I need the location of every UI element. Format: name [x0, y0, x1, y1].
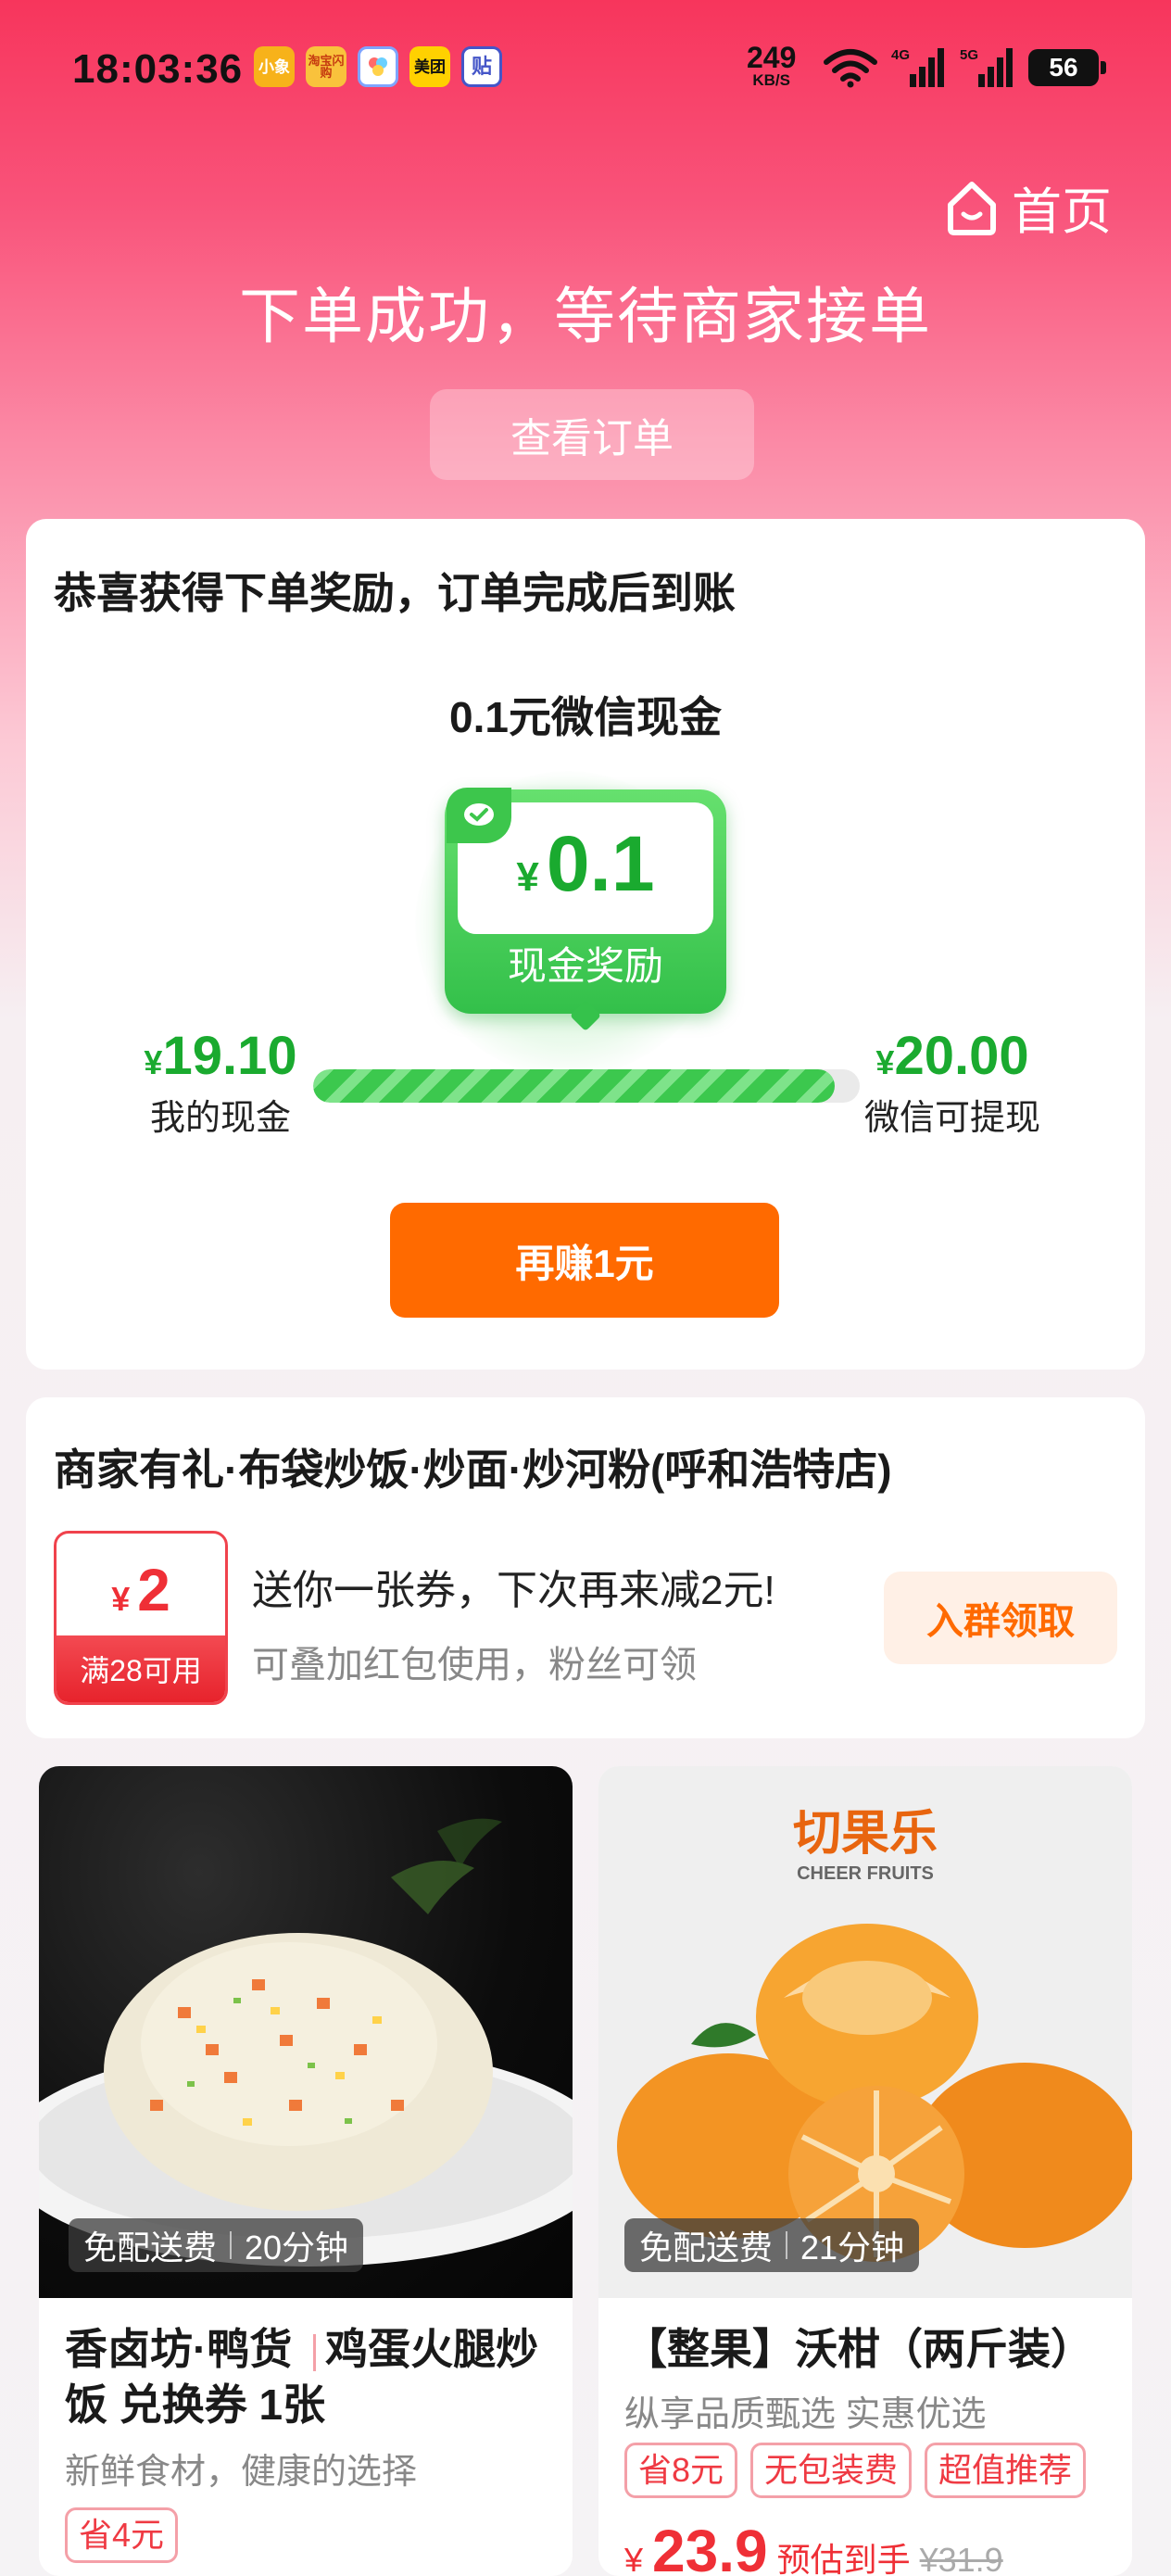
home-label: 首页 [1012, 184, 1112, 240]
free-delivery-label: 免配送费 [639, 2229, 774, 2267]
tag-divider [786, 2231, 788, 2259]
ticket-amount: 2 [137, 1557, 170, 1623]
progress-bar [313, 1069, 860, 1103]
delivery-tag: 免配送费 20分钟 [69, 2218, 364, 2272]
coupon-ticket: ¥ 2 满28可用 [54, 1531, 228, 1705]
price-value: 23.9 [652, 2518, 768, 2576]
fried-rice-image: 免配送费 20分钟 [39, 1766, 573, 2298]
my-cash-currency: ¥ [144, 1043, 163, 1081]
tag-divider [230, 2231, 233, 2259]
earn-more-button[interactable]: 再赚1元 [390, 1203, 779, 1318]
orange-image: 切果乐 CHEER FRUITS 免配送费 21分钟 [598, 1766, 1132, 2298]
brand-logo-en: CHEER FRUITS [797, 1863, 934, 1884]
original-price: ¥31.9 [919, 2541, 1003, 2576]
my-cash: ¥19.10 我的现金 [128, 1025, 313, 1140]
brand-logo: 切果乐 [793, 1807, 938, 1861]
notification-icons: 小象 淘宝闪购 美团 贴 [254, 46, 502, 87]
reward-heading: 恭喜获得下单奖励，订单完成后到账 [54, 569, 736, 617]
ticket-value: ¥ 2 [57, 1534, 225, 1641]
badge-currency: ¥ [516, 854, 539, 900]
my-cash-amount: 19.10 [162, 1026, 297, 1086]
delivery-time: 21分钟 [800, 2229, 905, 2267]
price-note: 预估到手 [776, 2541, 911, 2576]
coupon-sub-text: 可叠加红包使用，粉丝可领 [252, 1645, 697, 1686]
product-tags: 省4元 [65, 2507, 191, 2563]
recommended-tag: 超值推荐 [925, 2443, 1087, 2498]
ticket-condition: 满28可用 [57, 1635, 225, 1702]
progress-fill [313, 1069, 836, 1103]
network-speed-value: 249 [747, 41, 797, 74]
meituan-app-icon: 美团 [409, 46, 450, 87]
join-group-button[interactable]: 入群领取 [884, 1572, 1117, 1664]
product-desc: 纵享品质甄选 实惠优选 [624, 2395, 987, 2434]
withdraw-label: 微信可提现 [863, 1099, 1040, 1138]
coupon-main-text: 送你一张券，下次再来减2元! [252, 1568, 775, 1613]
home-link[interactable]: 首页 [941, 170, 1112, 244]
cash-progress: ¥19.10 我的现金 ¥20.00 微信可提现 [26, 1025, 1145, 1155]
tie-app-icon: 贴 [461, 46, 502, 87]
no-packaging-fee-tag: 无包装费 [750, 2443, 913, 2498]
photo-app-icon [358, 46, 398, 87]
badge-label: 现金奖励 [507, 944, 663, 988]
badge-amount: 0.1 [546, 820, 655, 907]
free-delivery-label: 免配送费 [83, 2229, 218, 2267]
withdraw-amount: 20.00 [894, 1026, 1029, 1086]
page-title: 下单成功，等待商家接单 [239, 282, 932, 350]
coupon-card: 商家有礼·布袋炒饭·炒面·炒河粉(呼和浩特店) ¥ 2 满28可用 送你一张券，… [26, 1397, 1145, 1738]
product-card[interactable]: 切果乐 CHEER FRUITS 免配送费 21分钟 【整果】沃柑（两斤装） 纵… [598, 1766, 1132, 2576]
reward-card: 恭喜获得下单奖励，订单完成后到账 0.1元微信现金 ¥ 0.1 现金奖励 ¥19… [26, 519, 1145, 1370]
withdraw-threshold: ¥20.00 微信可提现 [850, 1025, 1054, 1140]
wifi-icon [824, 49, 877, 88]
title-divider [313, 2333, 317, 2371]
taobao-app-icon: 淘宝闪购 [306, 46, 346, 87]
product-shop-name: 香卤坊·鸭货 [65, 2325, 293, 2373]
withdraw-value: ¥20.00 [850, 1025, 1054, 1087]
signal-5g-icon: 5G [960, 47, 1013, 87]
withdraw-currency: ¥ [875, 1043, 895, 1081]
status-time: 18:03:36 [72, 46, 244, 92]
delivery-time: 20分钟 [245, 2229, 349, 2267]
savings-tag: 省4元 [65, 2507, 179, 2563]
product-tags: 省8元 无包装费 超值推荐 [624, 2443, 1099, 2498]
delivery-tag: 免配送费 21分钟 [624, 2218, 920, 2272]
network-speed: 249 KB/S [747, 43, 796, 88]
price-row: ¥ 23.9 预估到手 ¥31.9 [624, 2517, 1003, 2576]
wechat-icon [447, 788, 511, 843]
view-order-button[interactable]: 查看订单 [430, 389, 754, 480]
product-card[interactable]: 免配送费 20分钟 香卤坊·鸭货 鸡蛋火腿炒饭 兑换券 1张 新鲜食材，健康的选… [39, 1766, 573, 2576]
signal-4g-icon: 4G [891, 47, 944, 87]
my-cash-label: 我的现金 [149, 1099, 291, 1138]
coupon-heading: 商家有礼·布袋炒饭·炒面·炒河粉(呼和浩特店) [54, 1446, 892, 1494]
status-bar: 18:03:36 小象 淘宝闪购 美团 贴 249 KB/S 4G 5G 56 [0, 0, 1171, 139]
signal-5g-label: 5G [960, 47, 978, 63]
reward-subtitle: 0.1元微信现金 [449, 693, 722, 741]
product-title: 香卤坊·鸭货 鸡蛋火腿炒饭 兑换券 1张 [65, 2322, 556, 2433]
product-desc: 新鲜食材，健康的选择 [65, 2453, 418, 2492]
product-title: 【整果】沃柑（两斤装） [624, 2325, 1093, 2373]
my-cash-value: ¥19.10 [128, 1025, 313, 1087]
signal-4g-label: 4G [891, 47, 910, 63]
ticket-currency: ¥ [111, 1580, 131, 1618]
home-icon [948, 181, 996, 235]
price-currency: ¥ [624, 2541, 644, 2576]
xiaoxiang-app-icon: 小象 [254, 46, 295, 87]
network-speed-unit: KB/S [752, 71, 790, 89]
system-icons: 4G 5G 56 [823, 46, 1106, 89]
battery-icon: 56 [1028, 49, 1106, 86]
savings-tag: 省8元 [624, 2443, 738, 2498]
